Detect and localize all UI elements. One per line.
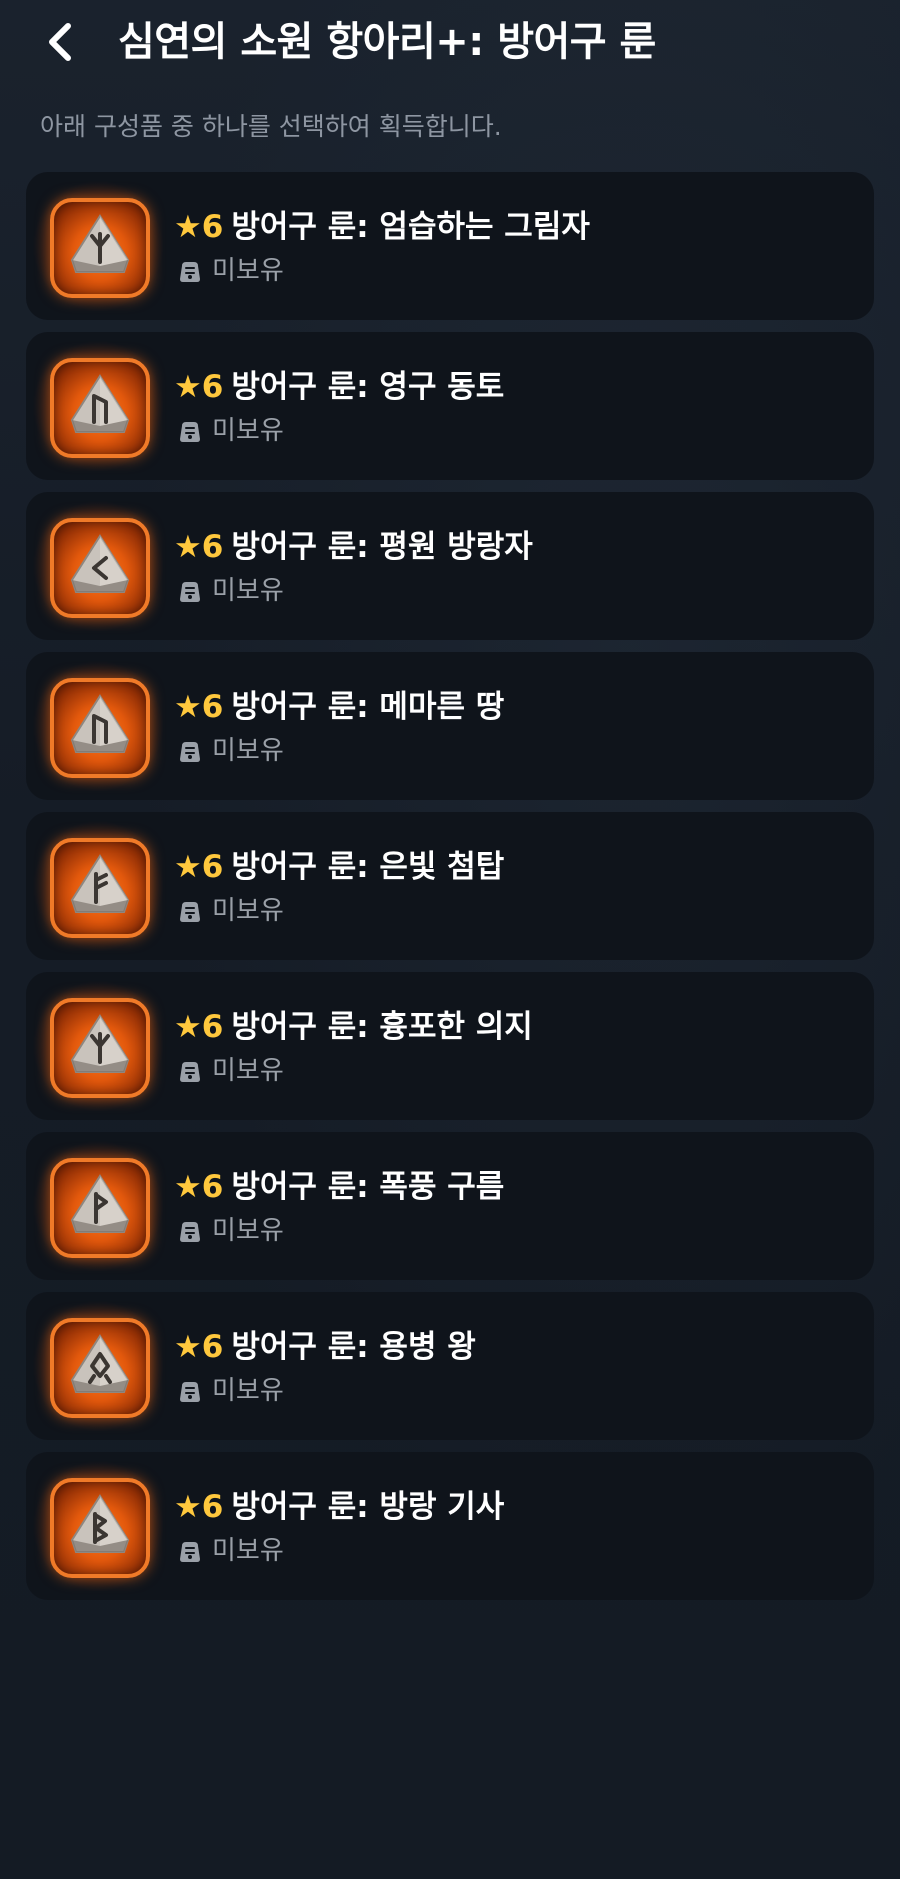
ownership-status: 미보유 bbox=[176, 414, 284, 448]
inventory-bag-icon bbox=[180, 1542, 200, 1562]
rune-item-name: ★6 방어구 룬: 흉포한 의지 bbox=[174, 1006, 533, 1048]
star-grade-badge: ★6 bbox=[174, 1489, 224, 1525]
star-grade-badge: ★6 bbox=[174, 369, 224, 405]
rune-item-icon bbox=[32, 500, 164, 632]
ownership-status-text: 미보유 bbox=[212, 576, 284, 606]
rune-name-text: 방어구 룬: 은빛 첨탑 bbox=[231, 849, 505, 885]
rune-name-text: 방어구 룬: 폭풍 구름 bbox=[231, 1169, 505, 1205]
star-grade-badge: ★6 bbox=[174, 1009, 224, 1045]
inventory-bag-icon bbox=[180, 1062, 200, 1082]
rune-name-text: 방어구 룬: 평원 방랑자 bbox=[231, 529, 533, 565]
rune-item-icon bbox=[32, 1460, 164, 1592]
ownership-status-text: 미보유 bbox=[212, 1376, 284, 1406]
rune-item-name: ★6 방어구 룬: 은빛 첨탑 bbox=[174, 846, 504, 888]
rune-name-text: 방어구 룬: 흉포한 의지 bbox=[231, 1009, 533, 1045]
inventory-bag-icon bbox=[180, 902, 200, 922]
ownership-status-text: 미보유 bbox=[212, 736, 284, 766]
rune-name-text: 방어구 룬: 방랑 기사 bbox=[231, 1489, 505, 1525]
rune-option-row[interactable]: ★6 방어구 룬: 폭풍 구름 미보유 bbox=[26, 1132, 874, 1280]
header-bar: 심연의 소원 항아리+: 방어구 룬 bbox=[0, 0, 900, 84]
rune-option-row[interactable]: ★6 방어구 룬: 은빛 첨탑 미보유 bbox=[26, 812, 874, 960]
ownership-status-text: 미보유 bbox=[212, 1056, 284, 1086]
rune-name-text: 방어구 룬: 용병 왕 bbox=[231, 1329, 476, 1365]
ownership-status: 미보유 bbox=[176, 574, 284, 608]
rune-algiz-icon bbox=[70, 1014, 130, 1073]
rune-item-icon bbox=[32, 180, 164, 312]
rune-frame bbox=[50, 1318, 150, 1418]
ownership-status: 미보유 bbox=[176, 1214, 284, 1248]
rune-option-row[interactable]: ★6 방어구 룬: 용병 왕 미보유 bbox=[26, 1292, 874, 1440]
rune-algiz-icon bbox=[70, 214, 130, 273]
rune-berkano-icon bbox=[70, 1494, 130, 1553]
rune-fehu-icon bbox=[70, 854, 130, 913]
rune-name-text: 방어구 룬: 엄습하는 그림자 bbox=[231, 209, 590, 245]
rune-item-name: ★6 방어구 룬: 메마른 땅 bbox=[174, 686, 504, 728]
rune-option-list: ★6 방어구 룬: 엄습하는 그림자 미보유 ★6 방어구 룬: 영구 동토 미… bbox=[26, 172, 874, 1612]
star-grade-badge: ★6 bbox=[174, 1169, 224, 1205]
rune-item-name: ★6 방어구 룬: 폭풍 구름 bbox=[174, 1166, 504, 1208]
rune-kenaz-icon bbox=[70, 534, 130, 593]
ownership-status: 미보유 bbox=[176, 254, 284, 288]
rune-option-row[interactable]: ★6 방어구 룬: 엄습하는 그림자 미보유 bbox=[26, 172, 874, 320]
star-grade-badge: ★6 bbox=[174, 849, 224, 885]
rune-othala-icon bbox=[70, 1334, 130, 1393]
rune-item-icon bbox=[32, 820, 164, 952]
rune-frame bbox=[50, 358, 150, 458]
rune-item-name: ★6 방어구 룬: 방랑 기사 bbox=[174, 1486, 504, 1528]
rune-frame bbox=[50, 1158, 150, 1258]
ownership-status-text: 미보유 bbox=[212, 1216, 284, 1246]
rune-frame bbox=[50, 198, 150, 298]
star-grade-badge: ★6 bbox=[174, 529, 224, 565]
ownership-status-text: 미보유 bbox=[212, 1536, 284, 1566]
rune-item-name: ★6 방어구 룬: 엄습하는 그림자 bbox=[174, 206, 590, 248]
ownership-status-text: 미보유 bbox=[212, 896, 284, 926]
star-grade-badge: ★6 bbox=[174, 209, 224, 245]
rune-frame bbox=[50, 998, 150, 1098]
rune-option-row[interactable]: ★6 방어구 룬: 영구 동토 미보유 bbox=[26, 332, 874, 480]
ownership-status-text: 미보유 bbox=[212, 256, 284, 286]
back-button[interactable] bbox=[34, 14, 90, 70]
chevron-left-icon bbox=[49, 23, 71, 61]
rune-option-row[interactable]: ★6 방어구 룬: 방랑 기사 미보유 bbox=[26, 1452, 874, 1600]
page-subtitle: 아래 구성품 중 하나를 선택하여 획득합니다. bbox=[40, 112, 502, 141]
rune-frame bbox=[50, 838, 150, 938]
rune-name-text: 방어구 룬: 영구 동토 bbox=[231, 369, 505, 405]
rune-item-name: ★6 방어구 룬: 영구 동토 bbox=[174, 366, 504, 408]
page-title: 심연의 소원 항아리+: 방어구 룬 bbox=[118, 19, 656, 65]
rune-item-icon bbox=[32, 1300, 164, 1432]
rune-item-name: ★6 방어구 룬: 평원 방랑자 bbox=[174, 526, 533, 568]
inventory-bag-icon bbox=[180, 422, 200, 442]
inventory-bag-icon bbox=[180, 582, 200, 602]
rune-uruz-icon bbox=[70, 374, 130, 433]
ownership-status: 미보유 bbox=[176, 1374, 284, 1408]
rune-wunjo-icon bbox=[70, 1174, 130, 1233]
rune-option-row[interactable]: ★6 방어구 룬: 흉포한 의지 미보유 bbox=[26, 972, 874, 1120]
rune-item-icon bbox=[32, 340, 164, 472]
rune-frame bbox=[50, 1478, 150, 1578]
rune-item-icon bbox=[32, 1140, 164, 1272]
ownership-status: 미보유 bbox=[176, 734, 284, 768]
star-grade-badge: ★6 bbox=[174, 689, 224, 725]
ownership-status: 미보유 bbox=[176, 894, 284, 928]
rune-frame bbox=[50, 518, 150, 618]
ownership-status-text: 미보유 bbox=[212, 416, 284, 446]
ownership-status: 미보유 bbox=[176, 1534, 284, 1568]
rune-item-icon bbox=[32, 980, 164, 1112]
rune-frame bbox=[50, 678, 150, 778]
rune-uruz-icon bbox=[70, 694, 130, 753]
inventory-bag-icon bbox=[180, 1222, 200, 1242]
rune-name-text: 방어구 룬: 메마른 땅 bbox=[231, 689, 505, 725]
rune-option-row[interactable]: ★6 방어구 룬: 메마른 땅 미보유 bbox=[26, 652, 874, 800]
ownership-status: 미보유 bbox=[176, 1054, 284, 1088]
inventory-bag-icon bbox=[180, 262, 200, 282]
rune-option-row[interactable]: ★6 방어구 룬: 평원 방랑자 미보유 bbox=[26, 492, 874, 640]
star-grade-badge: ★6 bbox=[174, 1329, 224, 1365]
rune-item-icon bbox=[32, 660, 164, 792]
rune-item-name: ★6 방어구 룬: 용병 왕 bbox=[174, 1326, 476, 1368]
inventory-bag-icon bbox=[180, 1382, 200, 1402]
inventory-bag-icon bbox=[180, 742, 200, 762]
